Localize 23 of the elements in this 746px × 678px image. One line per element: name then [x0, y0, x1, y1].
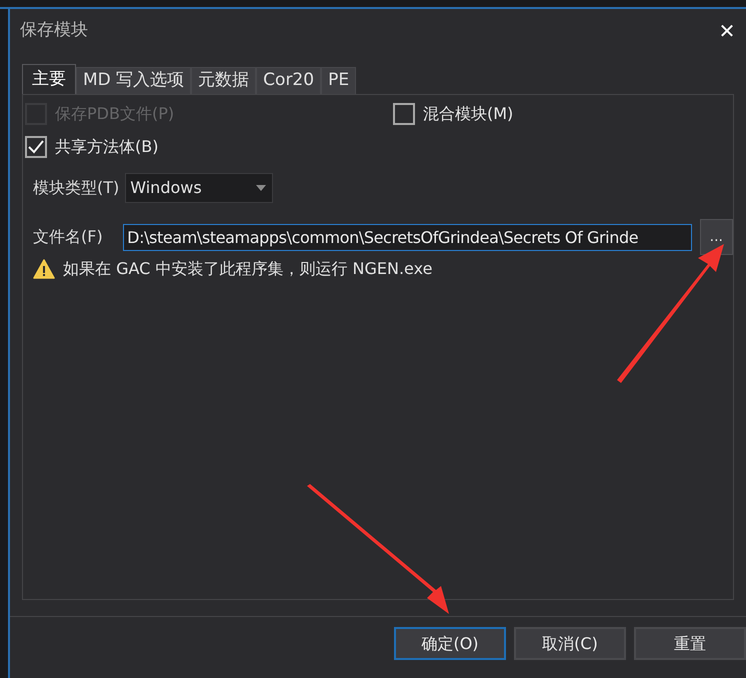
tab[interactable]: MD 写入选项	[76, 67, 192, 94]
checkbox-label: 共享方法体(B)	[55, 136, 158, 158]
field-label: 文件名(F)	[33, 226, 104, 248]
window-title: 保存模块	[20, 19, 88, 42]
browse-button[interactable]: ...	[700, 219, 734, 255]
checkbox-label: 混合模块(M)	[423, 103, 514, 125]
warning-text: 如果在 GAC 中安装了此程序集，则运行 NGEN.exe	[63, 258, 432, 280]
tab[interactable]: 主要	[22, 64, 76, 95]
close-button[interactable]: ✕	[712, 16, 742, 46]
tab[interactable]: 元数据	[191, 67, 256, 94]
checkbox[interactable]	[393, 103, 415, 125]
dialog-button[interactable]: 确定(O)	[394, 627, 506, 660]
warning-icon	[33, 259, 55, 279]
caret-icon	[256, 185, 266, 191]
checkbox[interactable]	[25, 136, 47, 158]
field-label: 模块类型(T)	[33, 177, 120, 199]
dialog-button[interactable]: 取消(C)	[514, 627, 626, 660]
checkbox-label: 保存PDB文件(P)	[55, 103, 174, 125]
tab[interactable]: Cor20	[256, 67, 322, 94]
file-name-field[interactable]: D:\steam\steamapps\common\SecretsOfGrindea\Secrets Of Grinde	[123, 224, 692, 250]
dialog-button[interactable]: 重置	[634, 627, 746, 660]
module-type-dropdown[interactable]: Windows	[125, 173, 274, 203]
tab[interactable]: PE	[321, 67, 356, 94]
